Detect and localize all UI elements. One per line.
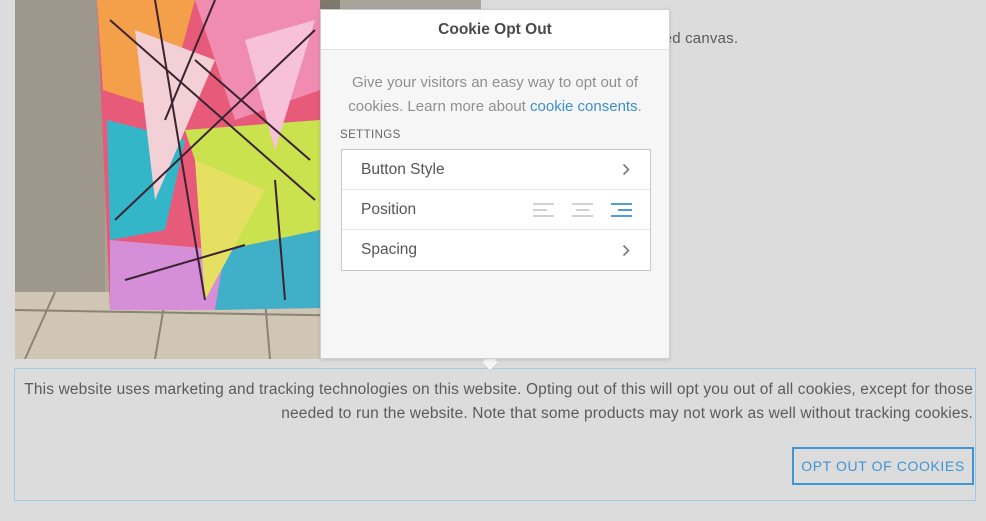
- setting-position: Position: [342, 190, 650, 230]
- panel-description: Give your visitors an easy way to opt ou…: [335, 71, 655, 119]
- chevron-right-icon: [622, 163, 630, 176]
- align-right-icon[interactable]: [611, 202, 632, 217]
- setting-position-label: Position: [361, 200, 417, 218]
- setting-spacing[interactable]: Spacing: [342, 230, 650, 270]
- cookie-consents-link[interactable]: cookie consents: [530, 98, 638, 115]
- panel-title: Cookie Opt Out: [321, 10, 669, 50]
- setting-button-style-label: Button Style: [361, 160, 445, 178]
- panel-description-end: .: [637, 98, 642, 115]
- cookie-banner-message: This website uses marketing and tracking…: [24, 381, 973, 422]
- cookie-opt-out-panel: Cookie Opt Out Give your visitors an eas…: [320, 9, 670, 359]
- setting-button-style[interactable]: Button Style: [342, 150, 650, 190]
- settings-list: Button Style Position Spacing: [341, 149, 651, 271]
- setting-spacing-label: Spacing: [361, 241, 418, 258]
- cookie-banner: This website uses marketing and tracking…: [14, 368, 976, 501]
- chevron-right-icon: [622, 244, 630, 257]
- settings-section-label: SETTINGS: [340, 129, 401, 141]
- align-center-icon[interactable]: [572, 202, 593, 217]
- position-alignment-group: [533, 202, 632, 217]
- opt-out-of-cookies-button[interactable]: OPT OUT OF COOKIES: [792, 447, 974, 485]
- align-left-icon[interactable]: [533, 202, 554, 217]
